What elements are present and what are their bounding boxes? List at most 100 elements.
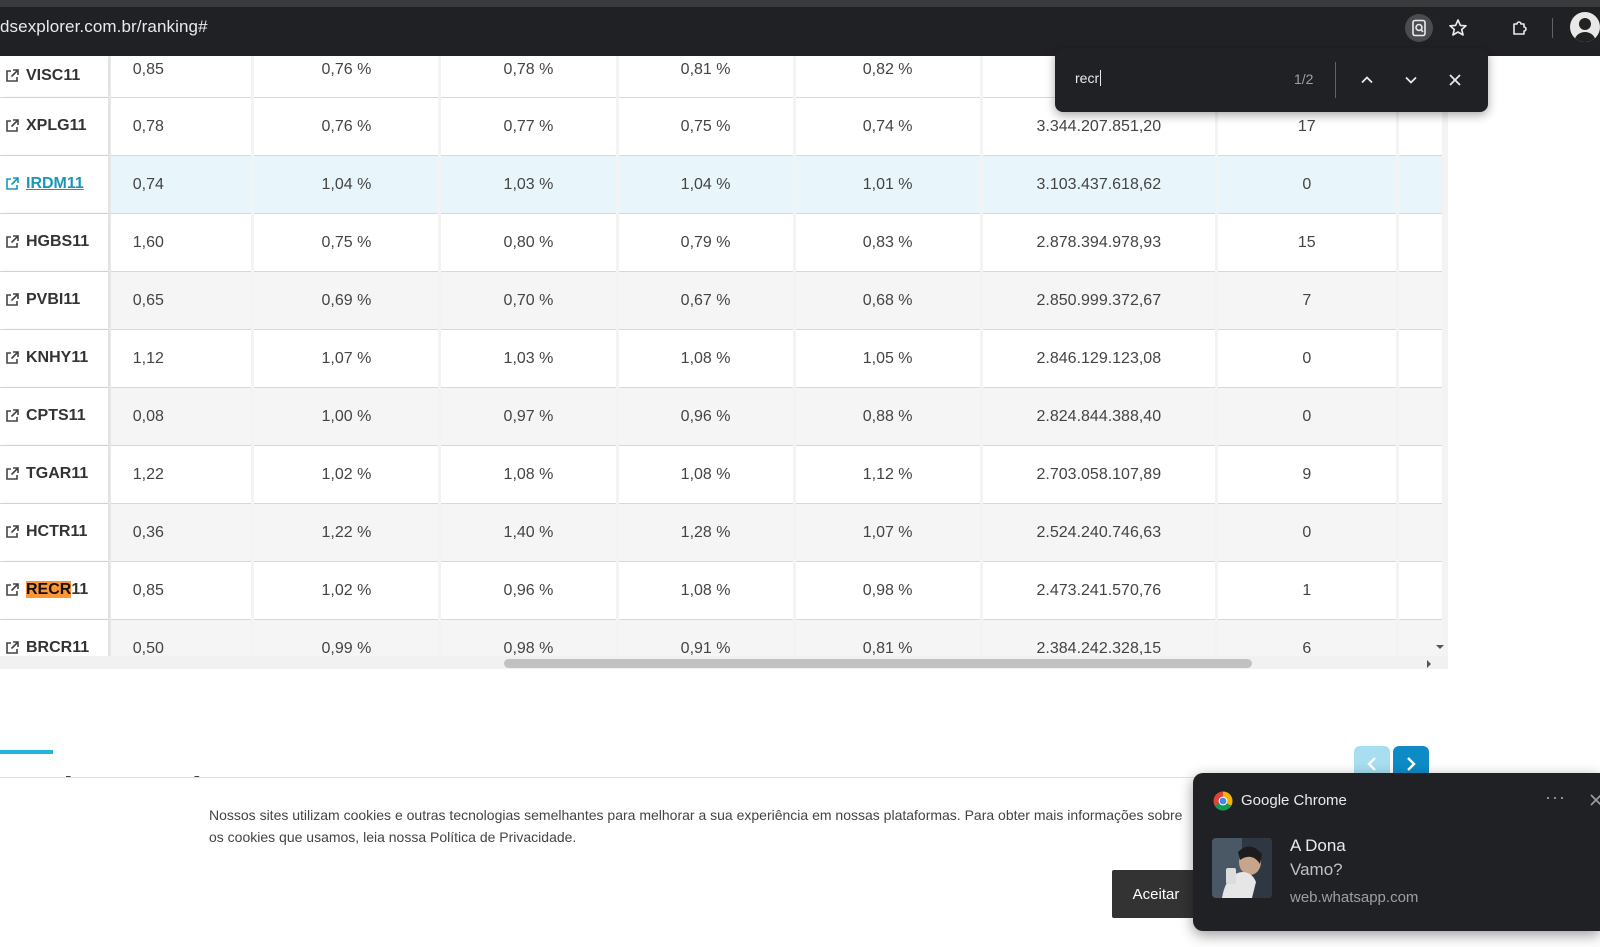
table-cell: 0,96 % <box>618 388 793 446</box>
table-cell: 0 <box>1218 388 1396 446</box>
table-cell: 0,68 % <box>795 272 980 330</box>
fund-name-cell[interactable]: XPLG11 <box>0 98 108 156</box>
table-cell: 0,74 % <box>795 98 980 156</box>
external-link-icon[interactable] <box>4 466 20 482</box>
external-link-icon[interactable] <box>4 582 20 598</box>
chevron-up-icon <box>1361 76 1373 84</box>
notification-more-options[interactable]: ··· <box>1545 787 1566 808</box>
ranking-table-container[interactable]: VISC11 0,85 0,76 % 0,78 % 0,81 % 0,82 % … <box>0 56 1448 669</box>
notification-app-name: Google Chrome <box>1241 792 1347 809</box>
table-cell: 1,03 % <box>441 156 616 214</box>
table-cell: 1,08 % <box>441 446 616 504</box>
table-cell: 1,12 % <box>795 446 980 504</box>
table-cell: 0,82 % <box>795 56 980 98</box>
table-cell: 1,28 % <box>618 504 793 562</box>
external-link-icon[interactable] <box>4 68 20 84</box>
chevron-down-icon <box>1405 76 1417 84</box>
table-cell: 1,40 % <box>441 504 616 562</box>
chrome-logo-icon <box>1213 791 1233 811</box>
table-cell: 0,96 % <box>441 562 616 620</box>
fund-name-cell[interactable]: VISC11 <box>0 56 108 98</box>
fund-ticker: CPTS11 <box>26 407 86 425</box>
fund-name-cell[interactable]: RECR11 <box>0 562 108 620</box>
table-cell: 2.524.240.746,63 <box>982 504 1215 562</box>
find-close-button[interactable] <box>1441 66 1469 94</box>
table-cell: 1,01 % <box>795 156 980 214</box>
table-cell: 2.703.058.107,89 <box>982 446 1215 504</box>
table-cell <box>1398 156 1442 214</box>
tab-strip <box>0 0 1600 7</box>
table-cell: 0,75 % <box>254 214 439 272</box>
close-icon <box>1449 74 1461 86</box>
chevron-right-icon <box>1407 757 1416 771</box>
chrome-notification[interactable]: Google Chrome ··· A Dona Vamo? web.whats… <box>1193 773 1600 931</box>
table-cell: 2.824.844.388,40 <box>982 388 1215 446</box>
close-icon[interactable] <box>1589 793 1600 807</box>
table-cell: 1,02 % <box>254 446 439 504</box>
fund-name-cell[interactable]: IRDM11 <box>0 156 108 214</box>
table-cell: 2.878.394.978,93 <box>982 214 1215 272</box>
fund-name-cell[interactable]: TGAR11 <box>0 446 108 504</box>
table-cell: 0,08 <box>110 388 252 446</box>
table-cell: 15 <box>1218 214 1396 272</box>
table-cell: 1,03 % <box>441 330 616 388</box>
table-cell: 0,69 % <box>254 272 439 330</box>
table-cell <box>1398 504 1442 562</box>
find-in-page-bar: recr 1/2 <box>1055 48 1488 112</box>
fund-name-cell[interactable]: HGBS11 <box>0 214 108 272</box>
table-cell: 1,22 <box>110 446 252 504</box>
profile-avatar[interactable] <box>1570 12 1600 42</box>
fund-name-cell[interactable]: KNHY11 <box>0 330 108 388</box>
external-link-icon[interactable] <box>4 640 20 656</box>
table-cell: 1,04 % <box>618 156 793 214</box>
table-cell: 0,76 % <box>254 98 439 156</box>
table-cell: 0,36 <box>110 504 252 562</box>
table-row: RECR11 0,85 1,02 % 0,96 % 1,08 % 0,98 % … <box>0 562 1442 620</box>
table-cell: 0,67 % <box>618 272 793 330</box>
cookie-text: Nossos sites utilizam cookies e outras t… <box>209 807 1183 845</box>
external-link-icon[interactable] <box>4 118 20 134</box>
fund-ticker: RECR11 <box>26 581 88 599</box>
table-cell: 2.473.241.570,76 <box>982 562 1215 620</box>
table-row: TGAR11 1,22 1,02 % 1,08 % 1,08 % 1,12 % … <box>0 446 1442 504</box>
chevron-left-icon <box>1367 757 1376 771</box>
find-input[interactable]: recr <box>1075 70 1102 86</box>
find-match-highlight: RECR <box>26 581 72 599</box>
google-lens-icon[interactable] <box>1405 14 1433 42</box>
address-bar[interactable]: dsexplorer.com.br/ranking# <box>0 17 208 37</box>
external-link-icon[interactable] <box>4 408 20 424</box>
table-cell <box>1398 330 1442 388</box>
find-previous-button[interactable] <box>1353 66 1381 94</box>
external-link-icon[interactable] <box>4 292 20 308</box>
extensions-puzzle-icon[interactable] <box>1506 14 1534 42</box>
table-cell: 1,07 % <box>254 330 439 388</box>
fund-ticker-link[interactable]: IRDM11 <box>26 175 84 192</box>
find-next-button[interactable] <box>1397 66 1425 94</box>
scroll-down-arrow-icon[interactable] <box>1436 645 1444 649</box>
horizontal-scrollbar-thumb[interactable] <box>504 659 1252 668</box>
scroll-right-arrow-icon[interactable] <box>1427 660 1431 668</box>
table-cell: 9 <box>1218 446 1396 504</box>
external-link-icon[interactable] <box>4 350 20 366</box>
table-cell: 0,97 % <box>441 388 616 446</box>
fund-ticker: VISC11 <box>26 67 81 85</box>
fund-name-cell[interactable]: CPTS11 <box>0 388 108 446</box>
fund-name-cell[interactable]: PVBI11 <box>0 272 108 330</box>
fund-name-cell[interactable]: HCTR11 <box>0 504 108 562</box>
external-link-icon[interactable] <box>4 176 20 192</box>
external-link-icon[interactable] <box>4 234 20 250</box>
notification-body: Vamo? <box>1290 860 1343 879</box>
table-cell: 3.103.437.618,62 <box>982 156 1215 214</box>
fund-ticker: XPLG11 <box>26 117 87 135</box>
accept-cookies-button[interactable]: Aceitar <box>1112 870 1200 918</box>
table-cell: 2.850.999.372,67 <box>982 272 1215 330</box>
table-cell: 0,70 % <box>441 272 616 330</box>
fund-ticker: TGAR11 <box>26 465 89 483</box>
text-caret <box>1100 70 1102 86</box>
bookmark-star-icon[interactable] <box>1444 14 1472 42</box>
table-cell: 7 <box>1218 272 1396 330</box>
notification-title: A Dona <box>1290 836 1346 855</box>
external-link-icon[interactable] <box>4 524 20 540</box>
ranking-table: VISC11 0,85 0,76 % 0,78 % 0,81 % 0,82 % … <box>0 56 1445 669</box>
find-query: recr <box>1075 70 1100 86</box>
